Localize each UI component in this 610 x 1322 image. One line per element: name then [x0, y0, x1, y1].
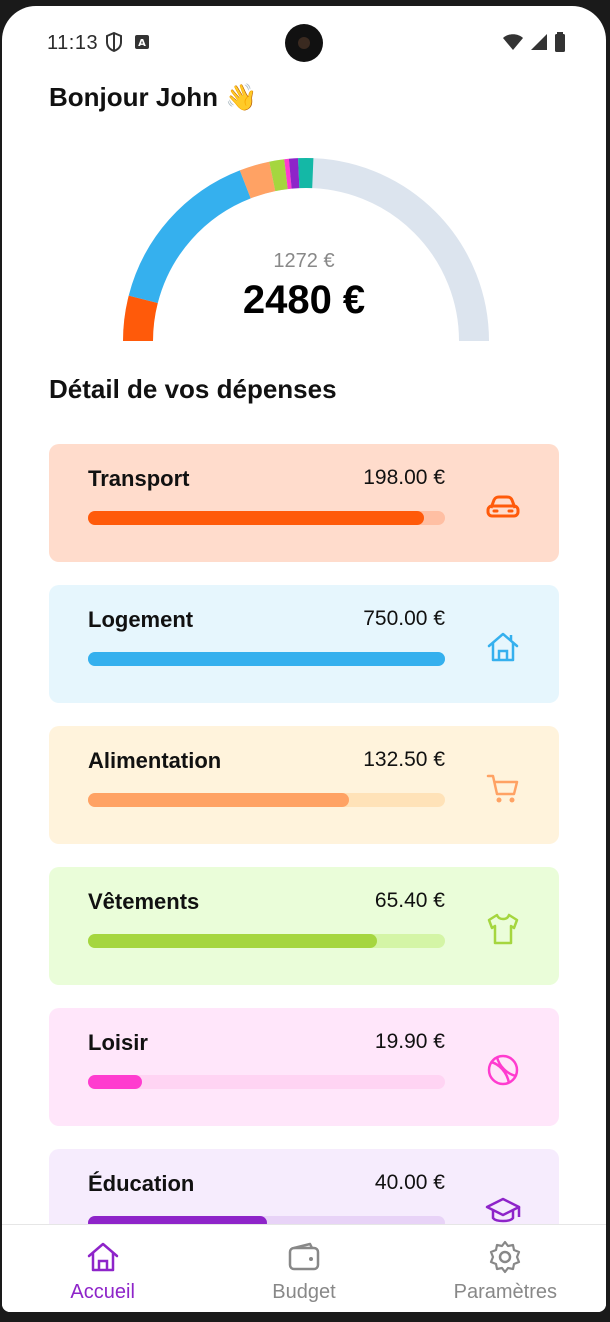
gauge-segment-3 — [269, 159, 288, 192]
nav-item-paramètres[interactable]: Paramètres — [405, 1225, 606, 1312]
greeting-title: Bonjour John 👋 — [49, 82, 258, 112]
expense-progress-fill — [88, 652, 445, 666]
expense-progress-fill — [88, 511, 424, 525]
keyboard-a-icon: A — [135, 35, 149, 49]
expense-card-3[interactable]: Vêtements 65.40 € — [49, 867, 559, 985]
expense-list: Transport 198.00 € Logement 750.00 € Aliment… — [49, 444, 559, 1290]
expense-amount: 132.50 € — [363, 748, 445, 771]
section-title: Détail de vos dépenses — [49, 374, 337, 404]
nav-label: Paramètres — [453, 1281, 557, 1303]
battery-icon — [555, 32, 565, 52]
cart-icon — [483, 768, 523, 808]
signal-icon — [531, 34, 547, 50]
svg-text:A: A — [138, 38, 146, 49]
expense-card-0[interactable]: Transport 198.00 € — [49, 444, 559, 562]
home-icon — [85, 1239, 121, 1275]
shirt-icon — [483, 909, 523, 949]
expense-category-name: Alimentation — [88, 748, 222, 773]
expense-category-name: Vêtements — [88, 889, 200, 914]
gauge-segment-5 — [288, 158, 300, 189]
car-icon — [483, 486, 523, 526]
expense-card-2[interactable]: Alimentation 132.50 € — [49, 726, 559, 844]
expense-category-name: Transport — [88, 466, 190, 491]
expense-progress-track — [88, 511, 445, 525]
expense-progress-track — [88, 793, 445, 807]
expense-amount: 40.00 € — [374, 1171, 445, 1194]
wallet-icon — [286, 1239, 322, 1275]
gear-icon — [487, 1239, 523, 1275]
wifi-icon — [503, 34, 523, 50]
expense-progress-track — [88, 652, 445, 666]
expense-card-4[interactable]: Loisir 19.90 € — [49, 1008, 559, 1126]
ball-icon — [483, 1050, 523, 1090]
expense-category-name: Loisir — [88, 1030, 148, 1055]
gauge-total: 2480 € — [242, 278, 366, 322]
gauge-remaining: 1272 € — [273, 250, 335, 272]
house-icon — [483, 627, 523, 667]
status-bar: 11:13 A — [2, 6, 606, 74]
nav-item-accueil[interactable]: Accueil — [2, 1225, 203, 1312]
expense-amount: 750.00 € — [363, 607, 445, 630]
expense-category-name: Éducation — [88, 1171, 195, 1196]
expense-progress-fill — [88, 1075, 142, 1089]
expense-progress-fill — [88, 793, 349, 807]
expense-progress-fill — [88, 934, 378, 948]
expense-progress-track — [88, 1075, 445, 1089]
expense-progress-track — [88, 934, 445, 948]
bottom-navigation: Accueil Budget Paramètres — [2, 1224, 606, 1312]
gauge-segment-2 — [239, 161, 276, 199]
front-camera — [285, 24, 323, 62]
expense-amount: 65.40 € — [374, 889, 445, 912]
expense-amount: 19.90 € — [374, 1030, 445, 1053]
expense-amount: 198.00 € — [363, 466, 445, 489]
phone-screen: 11:13 A Bonjour John 👋 1272 € 2480 € Dét… — [2, 6, 606, 1312]
status-time: 11:13 — [47, 32, 99, 54]
expense-category-name: Logement — [88, 607, 194, 632]
shield-icon — [106, 32, 122, 52]
nav-label: Budget — [272, 1281, 336, 1303]
nav-label: Accueil — [70, 1281, 135, 1303]
nav-item-budget[interactable]: Budget — [203, 1225, 404, 1312]
expense-card-1[interactable]: Logement 750.00 € — [49, 585, 559, 703]
